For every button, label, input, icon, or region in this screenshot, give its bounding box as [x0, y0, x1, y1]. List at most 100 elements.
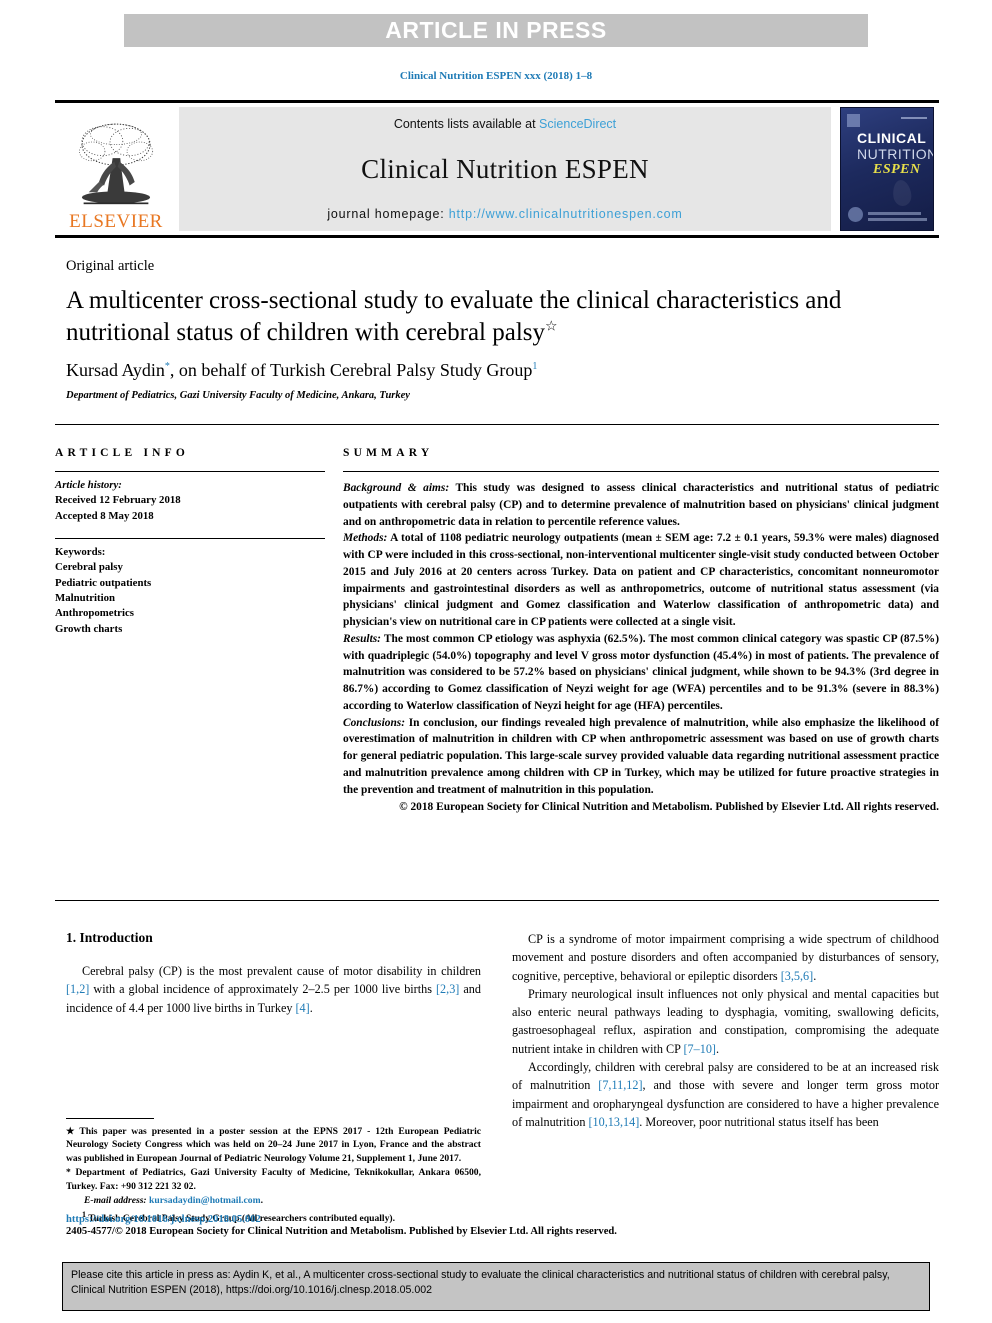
citation-ref-10-13-14[interactable]: [10,13,14] — [589, 1115, 640, 1129]
intro-paragraph-right-1: CP is a syndrome of motor impairment com… — [512, 930, 939, 985]
citation-ref-7-11-12[interactable]: [7,11,12] — [598, 1078, 642, 1092]
summary-conclusions-text: In conclusion, our findings revealed hig… — [343, 716, 939, 796]
abstract-region: ARTICLE INFO Article history: Received 1… — [55, 447, 939, 815]
intro-left-text-a: Cerebral palsy (CP) is the most prevalen… — [82, 964, 481, 978]
article-history-block: Article history: Received 12 February 20… — [55, 472, 325, 524]
sciencedirect-link[interactable]: ScienceDirect — [539, 117, 616, 131]
author-line: Kursad Aydin*, on behalf of Turkish Cere… — [66, 360, 946, 381]
cover-badge-icon — [847, 114, 860, 127]
title-footnote-marker[interactable]: ☆ — [545, 320, 558, 335]
summary-conclusions-label: Conclusions: — [343, 716, 406, 729]
contents-prefix-label: Contents lists available at — [393, 117, 540, 131]
citation-ref-4[interactable]: [4] — [296, 1001, 310, 1015]
email-address-label: E-mail address: — [84, 1195, 147, 1207]
intro-left-text-b: with a global incidence of approximately… — [89, 982, 436, 997]
article-accepted-date: Accepted 8 May 2018 — [55, 509, 154, 522]
doi-link[interactable]: https://doi.org/10.1016/j.clnesp.2018.05… — [66, 1214, 946, 1225]
footnote-star: ★ This paper was presented in a poster s… — [66, 1125, 481, 1165]
divider-under-abstract — [55, 900, 939, 901]
footnote-star-text: This paper was presented in a poster ses… — [66, 1126, 481, 1164]
page-title: A multicenter cross-sectional study to e… — [66, 285, 946, 349]
intro-right-2-text-b: . — [716, 1041, 720, 1056]
divider-under-authors — [55, 424, 939, 425]
cover-droplet-icon — [891, 178, 913, 208]
summary-results-text: The most common CP etiology was asphyxia… — [343, 632, 939, 712]
cover-topline-decoration — [901, 117, 927, 119]
running-citation: Clinical Nutrition ESPEN xxx (2018) 1–8 — [399, 70, 593, 82]
cover-emblem-icon — [848, 207, 863, 222]
intro-paragraph-left-1: Cerebral palsy (CP) is the most prevalen… — [66, 962, 481, 1017]
cover-line3: ESPEN — [873, 162, 921, 177]
intro-paragraph-right-2: Primary neurological insult influences n… — [512, 985, 939, 1058]
author-group-marker[interactable]: 1 — [532, 361, 537, 372]
summary-body: Background & aims: This study was design… — [343, 472, 939, 815]
elsevier-wordmark: ELSEVIER — [69, 211, 163, 232]
keyword-item: Growth charts — [55, 622, 123, 635]
footnote-separator-rule — [66, 1118, 154, 1119]
footnotes-block: ★ This paper was presented in a poster s… — [66, 1118, 481, 1226]
author-name: Kursad Aydin — [66, 360, 165, 380]
footnote-corresponding-author: * Department of Pediatrics, Gazi Univers… — [66, 1166, 481, 1193]
cover-footer-line-2 — [868, 212, 921, 215]
intro-right-1-text-b: . — [813, 968, 817, 983]
summary-heading: SUMMARY — [343, 447, 434, 459]
body-column-right: CP is a syndrome of motor impairment com… — [512, 930, 939, 1131]
footnote-asterisk-text: Department of Pediatrics, Gazi Universit… — [66, 1167, 481, 1192]
journal-cover-cell: CLINICAL NUTRITION ESPEN — [835, 103, 939, 235]
keyword-item: Anthropometrics — [55, 607, 134, 620]
journal-cover-image: CLINICAL NUTRITION ESPEN — [840, 107, 934, 231]
summary-methods-text: A total of 1108 pediatric neurology outp… — [343, 532, 939, 629]
contents-available-line: Contents lists available at ScienceDirec… — [394, 117, 616, 131]
summary-column: SUMMARY Background & aims: This study wa… — [343, 447, 939, 815]
title-text: A multicenter cross-sectional study to e… — [66, 287, 842, 346]
summary-paragraph-results: Results: The most common CP etiology was… — [343, 631, 939, 715]
citation-ref-3-5-6[interactable]: [3,5,6] — [781, 969, 814, 983]
intro-right-1-text-a: CP is a syndrome of motor impairment com… — [512, 932, 939, 983]
keyword-item: Pediatric outpatients — [55, 576, 152, 589]
article-type-label: Original article — [66, 258, 155, 274]
issn-copyright-line: 2405-4577/© 2018 European Society for Cl… — [66, 1226, 617, 1237]
article-received-date: Received 12 February 2018 — [55, 494, 181, 507]
elsevier-logo: ELSEVIER — [55, 103, 177, 235]
cite-this-article-text: Please cite this article in press as: Ay… — [71, 1269, 890, 1297]
keywords-block: Keywords: Cerebral palsy Pediatric outpa… — [55, 539, 325, 637]
elsevier-tree-icon — [78, 123, 154, 205]
homepage-label: journal homepage: — [327, 207, 449, 221]
footer-doi-block: https://doi.org/10.1016/j.clnesp.2018.05… — [66, 1214, 946, 1237]
intro-right-3-text-c: . Moreover, poor nutritional status itse… — [639, 1114, 879, 1129]
cover-line2: NUTRITION — [857, 146, 934, 162]
article-info-heading: ARTICLE INFO — [55, 447, 190, 459]
affiliation-line: Department of Pediatrics, Gazi Universit… — [66, 390, 410, 401]
citation-ref-7-10[interactable]: [7–10] — [684, 1042, 717, 1056]
summary-methods-label: Methods: — [343, 532, 388, 545]
intro-right-2-text-a: Primary neurological insult influences n… — [512, 986, 939, 1056]
footnote-star-marker: ★ — [66, 1126, 75, 1137]
author-group-text: , on behalf of Turkish Cerebral Palsy St… — [169, 360, 533, 380]
intro-left-text-d: . — [309, 1000, 313, 1015]
journal-homepage-link[interactable]: http://www.clinicalnutritionespen.com — [449, 207, 683, 221]
journal-info-box: Contents lists available at ScienceDirec… — [179, 107, 831, 231]
article-info-column: ARTICLE INFO Article history: Received 1… — [55, 447, 343, 815]
article-in-press-label: ARTICLE IN PRESS — [385, 17, 607, 43]
body-column-left: 1. Introduction Cerebral palsy (CP) is t… — [66, 930, 481, 1017]
summary-paragraph-background: Background & aims: This study was design… — [343, 480, 939, 530]
intro-paragraph-right-3: Accordingly, children with cerebral pals… — [512, 1058, 939, 1131]
article-page: ARTICLE IN PRESS Clinical Nutrition ESPE… — [0, 0, 992, 1323]
cover-line1: CLINICAL — [857, 130, 927, 146]
keyword-item: Malnutrition — [55, 591, 115, 604]
summary-copyright: © 2018 European Society for Clinical Nut… — [399, 800, 939, 813]
article-history-label: Article history: — [55, 479, 122, 491]
summary-background-label: Background & aims: — [343, 482, 450, 494]
summary-paragraph-methods: Methods: A total of 1108 pediatric neuro… — [343, 530, 939, 631]
summary-paragraph-conclusions: Conclusions: In conclusion, our findings… — [343, 715, 939, 799]
email-suffix: . — [260, 1195, 263, 1207]
article-in-press-banner: ARTICLE IN PRESS — [124, 14, 868, 47]
email-address-link[interactable]: kursadaydin@hotmail.com — [149, 1195, 261, 1206]
citation-ref-2-3[interactable]: [2,3] — [436, 982, 459, 996]
keywords-label: Keywords: — [55, 545, 106, 558]
footnote-email: E-mail address: kursadaydin@hotmail.com. — [66, 1194, 481, 1207]
journal-masthead: ELSEVIER Contents lists available at Sci… — [55, 100, 939, 238]
cover-footer-line-1 — [868, 218, 927, 221]
citation-ref-1-2[interactable]: [1,2] — [66, 982, 89, 996]
keyword-item: Cerebral palsy — [55, 561, 123, 574]
